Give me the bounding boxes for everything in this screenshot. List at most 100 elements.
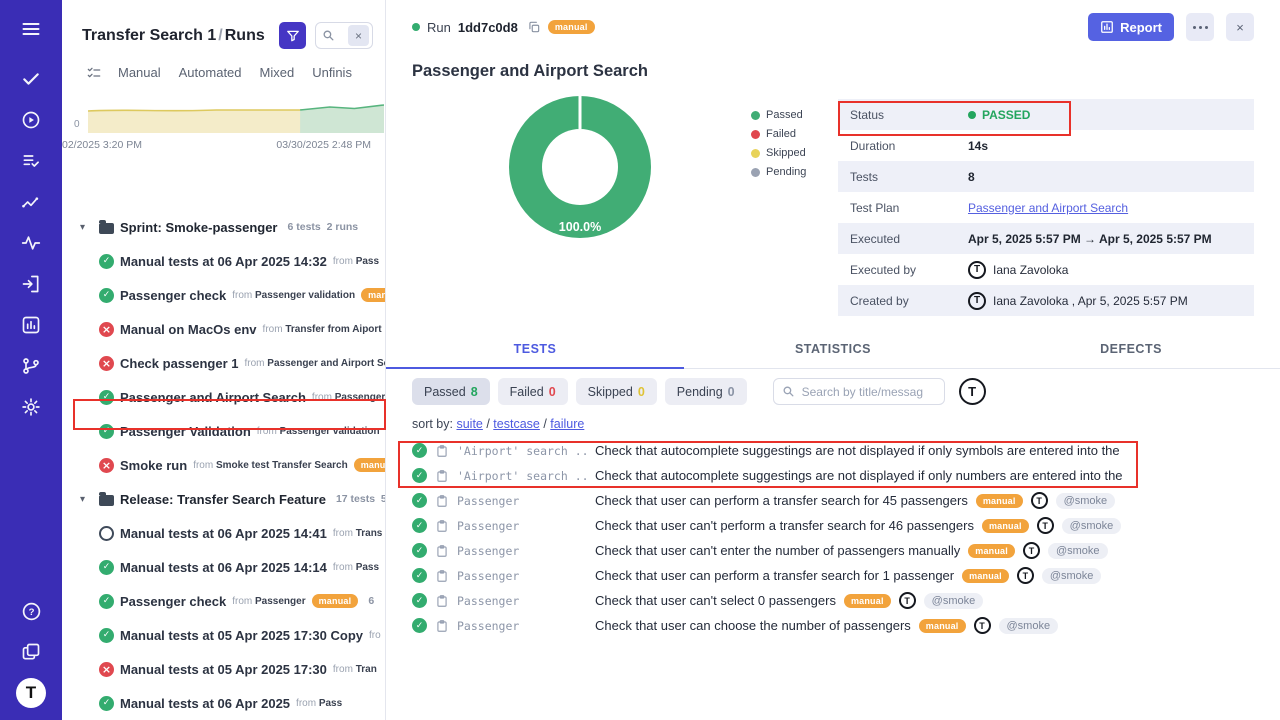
sidebar-tab-list: Manual Automated Mixed Unfinis [118, 65, 352, 80]
flow-icon[interactable] [14, 187, 48, 217]
breadcrumb-section[interactable]: Runs [225, 27, 265, 44]
smoke-tag[interactable]: @smoke [924, 593, 984, 609]
checklist-icon[interactable] [86, 65, 102, 81]
testomat-filter-button[interactable]: T [959, 378, 986, 405]
smoke-tag[interactable]: @smoke [1048, 543, 1108, 559]
check-icon[interactable] [14, 64, 48, 94]
tree-item[interactable]: Passenger and Airport Search from Passen… [62, 380, 385, 414]
sidebar-tab[interactable]: Mixed [260, 65, 295, 80]
copy-icon[interactable] [527, 20, 541, 34]
search-input[interactable]: × [315, 22, 373, 49]
test-title[interactable]: Check that user can perform a transfer s… [595, 568, 954, 583]
smoke-tag[interactable]: @smoke [1056, 493, 1116, 509]
manual-badge: manual [919, 619, 966, 633]
filter-chip[interactable]: Passed8 [412, 378, 490, 405]
report-button[interactable]: Report [1088, 13, 1174, 41]
smoke-tag[interactable]: @smoke [999, 618, 1059, 634]
chevron-down-icon[interactable]: ▾ [80, 222, 93, 233]
projects-icon[interactable] [14, 637, 48, 667]
status-icon [99, 628, 114, 643]
clipboard-icon [435, 544, 449, 558]
test-title[interactable]: Check that user can choose the number of… [595, 618, 911, 633]
funnel-icon [286, 29, 300, 43]
test-row[interactable]: Passenger Check that user can perform a … [412, 488, 1254, 513]
runs-list-icon[interactable] [14, 146, 48, 176]
tree-item[interactable]: Passenger Validation from Passenger vali… [62, 414, 385, 448]
legend-dot [751, 168, 760, 177]
legend-dot [751, 111, 760, 120]
tree-item[interactable]: Manual tests at 05 Apr 2025 17:30 from T… [62, 652, 385, 686]
test-title[interactable]: Check that user can perform a transfer s… [595, 493, 968, 508]
info-value: TIana Zavoloka , Apr 5, 2025 5:57 PM [968, 292, 1242, 310]
help-icon[interactable]: ? [14, 596, 48, 626]
test-title[interactable]: Check that user can't perform a transfer… [595, 518, 974, 533]
info-row: Created by TIana Zavoloka , Apr 5, 2025 … [838, 285, 1254, 316]
play-circle-icon[interactable] [14, 105, 48, 135]
search-input[interactable] [773, 378, 945, 405]
test-row[interactable]: 'Airport' search ... Check that autocomp… [412, 463, 1254, 488]
item-meta: 6 [368, 595, 374, 607]
tree-item[interactable]: Manual tests at 06 Apr 2025 14:32 from P… [62, 244, 385, 278]
smoke-tag[interactable]: @smoke [1042, 568, 1102, 584]
test-row[interactable]: 'Airport' search ... Check that autocomp… [412, 438, 1254, 463]
sort-link[interactable]: testcase [493, 417, 540, 431]
filter-button[interactable] [279, 22, 306, 49]
sidebar-tab[interactable]: Unfinis [312, 65, 352, 80]
tree-item[interactable]: Check passenger 1 from Passenger and Air… [62, 346, 385, 380]
settings-icon[interactable] [14, 392, 48, 422]
more-options-button[interactable] [1186, 13, 1214, 41]
item-label: Passenger check [120, 288, 226, 303]
test-title[interactable]: Check that user can't select 0 passenger… [595, 593, 836, 608]
chevron-down-icon[interactable]: ▾ [80, 494, 93, 505]
tree-item[interactable]: ▾ Sprint: Smoke-passenger 6 tests 2 runs [62, 210, 385, 244]
clear-search-button[interactable]: × [348, 25, 369, 46]
test-row[interactable]: Passenger Check that user can't perform … [412, 513, 1254, 538]
status-icon [99, 594, 114, 609]
test-row[interactable]: Passenger Check that user can perform a … [412, 563, 1254, 588]
pulse-icon[interactable] [14, 228, 48, 258]
tree-item[interactable]: Manual tests at 06 Apr 2025 14:14 from P… [62, 550, 385, 584]
test-title[interactable]: Check that user can't enter the number o… [595, 543, 960, 558]
logo-icon[interactable]: T [16, 678, 46, 708]
tab[interactable]: DEFECTS [982, 333, 1280, 368]
info-value: TIana Zavoloka [968, 261, 1242, 279]
analytics-icon[interactable] [14, 310, 48, 340]
sort-link[interactable]: suite [456, 417, 482, 431]
tree-item[interactable]: Manual tests at 05 Apr 2025 17:30 Copy f… [62, 618, 385, 652]
test-title[interactable]: Check that autocomplete suggestings are … [595, 443, 1120, 458]
close-button[interactable]: × [1226, 13, 1254, 41]
tree-item[interactable]: Passenger check from Passenger manual 6 [62, 584, 385, 618]
sidebar-header: Transfer Search 1/Runs × [62, 0, 385, 49]
tree-item[interactable]: Passenger check from Passenger validatio… [62, 278, 385, 312]
tree-item[interactable]: Manual tests at 06 Apr 2025 from Pass [62, 686, 385, 720]
import-icon[interactable] [14, 269, 48, 299]
sidebar-tab[interactable]: Manual [118, 65, 161, 80]
test-title[interactable]: Check that autocomplete suggestings are … [595, 468, 1123, 483]
tree-item[interactable]: Manual on MacOs env from Transfer from A… [62, 312, 385, 346]
tree-item[interactable]: Smoke run from Smoke test Transfer Searc… [62, 448, 385, 482]
test-row[interactable]: Passenger Check that user can choose the… [412, 613, 1254, 638]
menu-icon[interactable] [14, 14, 48, 44]
smoke-tag[interactable]: @smoke [1062, 518, 1122, 534]
sort-link[interactable]: failure [550, 417, 584, 431]
info-value: 8 [968, 170, 1242, 184]
test-plan-link[interactable]: Passenger and Airport Search [968, 201, 1128, 215]
tab[interactable]: TESTS [386, 333, 684, 369]
filter-chip[interactable]: Failed0 [498, 378, 568, 405]
suite-name: Passenger [457, 544, 587, 558]
tree-item[interactable]: Manual tests at 06 Apr 2025 14:41 from T… [62, 516, 385, 550]
breadcrumb-project[interactable]: Transfer Search 1 [82, 27, 216, 44]
run-detail-panel: Run 1dd7c0d8 manual Report × Passenger a… [386, 0, 1280, 720]
tab[interactable]: STATISTICS [684, 333, 982, 368]
branch-icon[interactable] [14, 351, 48, 381]
test-row[interactable]: Passenger Check that user can't select 0… [412, 588, 1254, 613]
plain-value: Apr 5, 2025 5:57 PM → Apr 5, 2025 5:57 P… [968, 232, 1212, 246]
ellipsis-icon [1193, 26, 1208, 29]
test-row[interactable]: Passenger Check that user can't enter th… [412, 538, 1254, 563]
from-label: from Passenger validation [257, 426, 380, 437]
status-icon [99, 662, 114, 677]
filter-chip[interactable]: Skipped0 [576, 378, 657, 405]
tree-item[interactable]: ▾ Release: Transfer Search Feature 17 te… [62, 482, 385, 516]
sidebar-tab[interactable]: Automated [179, 65, 242, 80]
filter-chip[interactable]: Pending0 [665, 378, 747, 405]
